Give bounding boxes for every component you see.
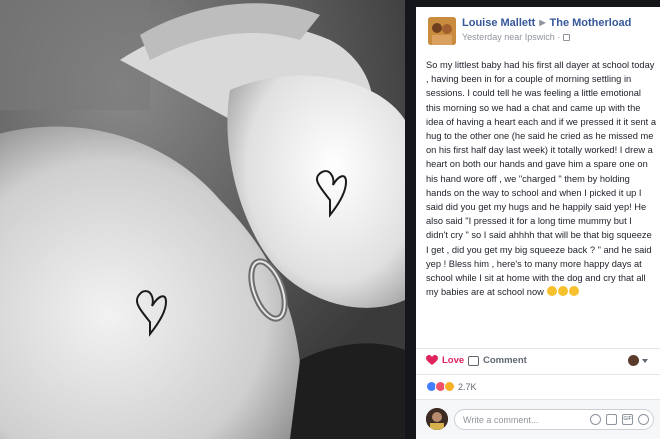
camera-icon[interactable] bbox=[606, 414, 617, 425]
comment-button[interactable]: Comment bbox=[468, 355, 527, 366]
reactions-summary[interactable]: 2.7K bbox=[416, 374, 660, 398]
crying-face-icon bbox=[558, 286, 569, 297]
love-label: Love bbox=[442, 355, 465, 366]
hands-with-hearts-image bbox=[0, 0, 405, 439]
post-as-selector[interactable] bbox=[628, 355, 648, 366]
post-meta: Yesterday near Ipswich · bbox=[462, 32, 660, 42]
comment-label: Comment bbox=[483, 355, 527, 366]
post-header: Louise Mallett ▶ The Motherload Yesterday … bbox=[416, 7, 660, 51]
comment-input-icons: GIF bbox=[590, 414, 649, 425]
crying-face-icon bbox=[569, 286, 580, 297]
post-photo[interactable] bbox=[0, 0, 405, 439]
chevron-down-icon bbox=[642, 358, 648, 363]
comment-input[interactable]: Write a comment... GIF bbox=[454, 409, 654, 430]
sticker-icon[interactable] bbox=[638, 414, 649, 425]
group-name-link[interactable]: The Motherload bbox=[550, 17, 632, 29]
heart-icon bbox=[426, 355, 438, 365]
photo-theater: Louise Mallett ▶ The Motherload Yesterday … bbox=[0, 0, 660, 439]
commenter-avatar bbox=[426, 408, 448, 430]
gif-icon[interactable]: GIF bbox=[622, 414, 633, 425]
triangle-right-icon: ▶ bbox=[539, 18, 546, 27]
timestamp-link[interactable]: Yesterday near Ipswich · bbox=[462, 32, 560, 42]
author-line: Louise Mallett ▶ The Motherload bbox=[462, 17, 660, 29]
comment-placeholder: Write a comment... bbox=[463, 415, 539, 425]
reaction-count: 2.7K bbox=[458, 381, 477, 392]
post-side-panel: Louise Mallett ▶ The Motherload Yesterday … bbox=[416, 7, 660, 439]
wow-reaction-icon bbox=[444, 381, 455, 392]
speech-bubble-icon bbox=[468, 355, 479, 366]
post-text: So my littlest baby had his first all da… bbox=[426, 58, 656, 299]
author-name-link[interactable]: Louise Mallett bbox=[462, 17, 535, 29]
avatar bbox=[628, 355, 639, 366]
comment-composer: Write a comment... GIF bbox=[416, 399, 660, 439]
smiley-icon[interactable] bbox=[590, 414, 601, 425]
globe-icon bbox=[563, 34, 571, 41]
post-body-text: So my littlest baby had his first all da… bbox=[426, 60, 656, 298]
love-button[interactable]: Love bbox=[426, 355, 464, 366]
crying-face-icon bbox=[547, 286, 558, 297]
header-text: Louise Mallett ▶ The Motherload Yesterday … bbox=[462, 17, 660, 42]
post-actions-bar: Love Comment bbox=[416, 348, 660, 374]
author-avatar[interactable] bbox=[428, 17, 456, 45]
